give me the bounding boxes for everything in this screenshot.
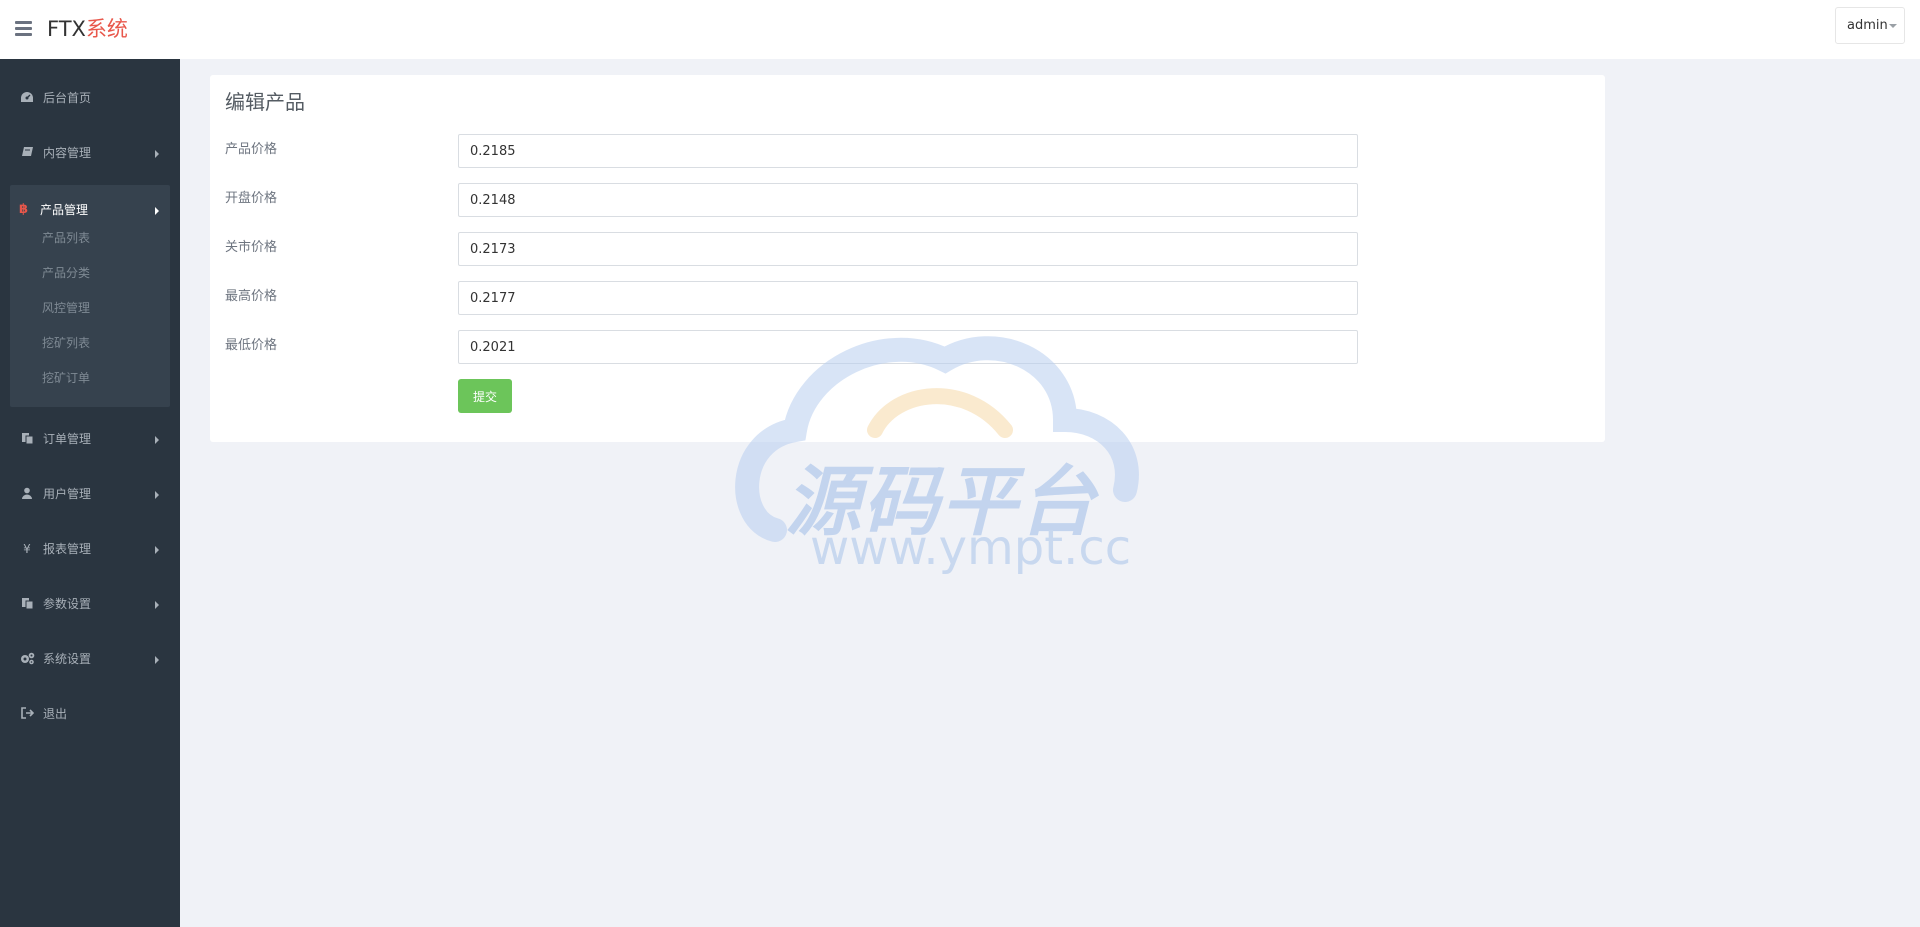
sidebar-item-label: 系统设置	[43, 652, 92, 666]
high-price-label: 最高价格	[225, 289, 278, 304]
sidebar-item-label: 退出	[43, 707, 68, 721]
sidebar-item-label: 参数设置	[43, 597, 92, 611]
dashboard-icon	[20, 91, 34, 105]
submit-button[interactable]: 提交	[458, 379, 512, 413]
sidebar-subitem-product-list[interactable]: 产品列表	[42, 230, 90, 246]
sign-out-icon	[20, 707, 34, 721]
open-price-input[interactable]	[458, 183, 1358, 217]
chevron-right-icon	[155, 656, 159, 664]
sidebar-item-parameters[interactable]: 参数设置	[0, 577, 180, 632]
sidebar-item-label: 产品管理	[40, 203, 89, 217]
yen-icon: ¥	[23, 542, 31, 556]
brand-suffix: 系统	[85, 17, 128, 41]
sidebar-subitem-mining-list[interactable]: 挖矿列表	[42, 335, 90, 351]
user-menu-button[interactable]: admin	[1835, 7, 1905, 44]
sidebar-item-label: 内容管理	[43, 146, 92, 160]
sidebar-item-orders[interactable]: 订单管理	[0, 412, 180, 467]
brand-prefix: FTX	[47, 17, 86, 41]
chevron-down-icon	[1889, 24, 1897, 28]
user-name: admin	[1847, 18, 1888, 33]
price-input[interactable]	[458, 134, 1358, 168]
top-header: FTX系统 admin	[0, 0, 1920, 59]
sidebar-subitem-mining-orders[interactable]: 挖矿订单	[42, 370, 90, 386]
close-price-input[interactable]	[458, 232, 1358, 266]
sidebar-item-logout[interactable]: 退出	[0, 687, 180, 742]
sidebar-item-reports[interactable]: ¥ 报表管理	[0, 522, 180, 577]
sidebar-item-dashboard[interactable]: 后台首页	[0, 71, 180, 126]
open-price-label: 开盘价格	[225, 191, 278, 206]
sidebar-item-users[interactable]: 用户管理	[0, 467, 180, 522]
sidebar-item-system-settings[interactable]: 系统设置	[0, 632, 180, 687]
price-label: 产品价格	[225, 142, 278, 157]
chevron-right-icon	[155, 436, 159, 444]
sidebar: 后台首页 内容管理 ฿ 产品管理 产品列表 产品分类 风控管理 挖矿列表 挖矿订…	[0, 59, 180, 927]
edit-product-panel: 编辑产品 产品价格 开盘价格 关市价格 最高价格 最低价格 提交	[210, 75, 1605, 442]
sidebar-subitem-risk-control[interactable]: 风控管理	[42, 300, 90, 316]
gears-icon	[20, 652, 35, 666]
sidebar-item-label: 后台首页	[43, 91, 92, 105]
user-icon	[20, 487, 34, 501]
sidebar-item-label: 用户管理	[43, 487, 92, 501]
sidebar-item-content[interactable]: 内容管理	[0, 126, 180, 181]
chevron-right-icon	[155, 207, 159, 215]
low-price-label: 最低价格	[225, 338, 278, 353]
copy-icon	[20, 432, 34, 446]
sidebar-item-label: 报表管理	[43, 542, 92, 556]
chevron-right-icon	[155, 546, 159, 554]
sidebar-item-label: 订单管理	[43, 432, 92, 446]
chevron-right-icon	[155, 601, 159, 609]
sidebar-group-products: ฿ 产品管理 产品列表 产品分类 风控管理 挖矿列表 挖矿订单	[10, 185, 170, 407]
low-price-input[interactable]	[458, 330, 1358, 364]
chevron-right-icon	[155, 150, 159, 158]
watermark-text: 源码平台	[785, 457, 1097, 546]
watermark-url: www.ympt.cc	[810, 520, 1132, 576]
book-icon	[20, 146, 34, 160]
high-price-input[interactable]	[458, 281, 1358, 315]
copy-icon	[20, 597, 34, 611]
page-title: 编辑产品	[225, 90, 305, 114]
chevron-right-icon	[155, 491, 159, 499]
bitcoin-icon: ฿	[19, 202, 29, 217]
brand-logo: FTX系统	[47, 15, 128, 43]
sidebar-subitem-product-category[interactable]: 产品分类	[42, 265, 90, 281]
menu-toggle-icon[interactable]	[15, 21, 32, 36]
close-price-label: 关市价格	[225, 240, 278, 255]
sidebar-item-products[interactable]: ฿ 产品管理	[10, 185, 170, 235]
